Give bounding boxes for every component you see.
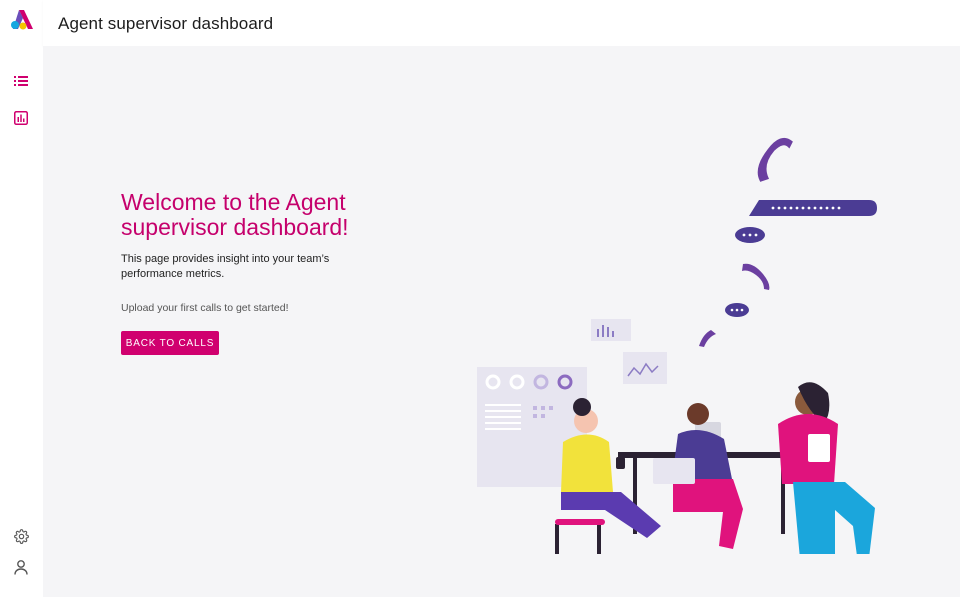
page-title: Agent supervisor dashboard xyxy=(58,14,274,33)
welcome-title: Welcome to the Agent supervisor dashboar… xyxy=(121,189,349,240)
back-to-calls-button[interactable]: BACK TO CALLS xyxy=(121,331,219,355)
upload-hint: Upload your first calls to get started! xyxy=(121,302,289,314)
main-content: Welcome to the Agent supervisor dashboar… xyxy=(43,46,960,597)
top-header: Agent supervisor dashboard xyxy=(43,0,960,46)
gear-icon[interactable] xyxy=(12,527,30,545)
list-icon[interactable] xyxy=(12,72,30,90)
bar-chart-icon[interactable] xyxy=(12,109,30,127)
sidebar xyxy=(0,0,43,597)
app-logo[interactable] xyxy=(10,9,34,31)
team-illustration xyxy=(477,137,877,554)
welcome-description: This page provides insight into your tea… xyxy=(121,253,330,280)
user-icon[interactable] xyxy=(12,558,30,576)
